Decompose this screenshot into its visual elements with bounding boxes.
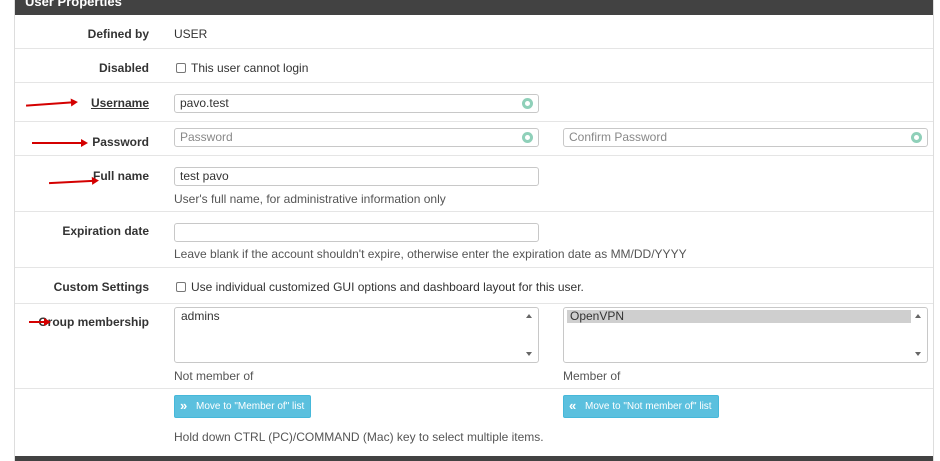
row-custom-settings: Custom Settings Use individual customize…	[15, 268, 933, 304]
double-chevron-right-icon: »	[180, 398, 188, 413]
key-icon	[522, 98, 533, 109]
expiration-date-help: Leave blank if the account shouldn't exp…	[174, 247, 687, 261]
password-label: Password	[92, 135, 149, 149]
member-of-listbox[interactable]: OpenVPN	[563, 307, 928, 363]
row-full-name: Full name test pavo User's full name, fo…	[15, 156, 933, 212]
username-input[interactable]: pavo.test	[174, 94, 539, 113]
disabled-label: Disabled	[98, 61, 149, 75]
key-icon	[911, 132, 922, 143]
row-group-actions: » Move to "Member of" list « Move to "No…	[15, 389, 933, 451]
row-disabled: Disabled This user cannot login	[15, 49, 933, 83]
confirm-password-placeholder: Confirm Password	[569, 130, 668, 144]
password-placeholder: Password	[180, 130, 233, 144]
listbox-scrollbar[interactable]	[523, 309, 537, 361]
scroll-up-icon[interactable]	[915, 314, 921, 318]
user-properties-panel: User Properties Defined by USER Disabled…	[14, 0, 934, 461]
list-item[interactable]: OpenVPN	[567, 310, 911, 323]
password-input[interactable]: Password	[174, 128, 539, 147]
move-to-member-button[interactable]: » Move to "Member of" list	[174, 395, 312, 418]
move-to-not-member-button[interactable]: « Move to "Not member of" list	[563, 395, 719, 418]
disabled-checkbox[interactable]	[176, 63, 186, 73]
custom-settings-label: Custom Settings	[53, 280, 149, 294]
not-member-of-caption: Not member of	[174, 369, 254, 383]
full-name-value: test pavo	[180, 169, 229, 183]
not-member-of-listbox[interactable]: admins	[174, 307, 539, 363]
row-defined-by: Defined by USER	[15, 15, 933, 49]
full-name-label: Full name	[92, 169, 149, 183]
confirm-password-input[interactable]: Confirm Password	[563, 128, 928, 147]
list-item[interactable]: admins	[178, 310, 220, 323]
row-group-membership: Group membership admins OpenVPN Not memb…	[15, 304, 933, 389]
full-name-input[interactable]: test pavo	[174, 167, 539, 186]
custom-settings-checkbox-label: Use individual customized GUI options an…	[191, 280, 584, 294]
member-of-caption: Member of	[563, 369, 621, 383]
expiration-date-input[interactable]	[174, 223, 539, 242]
panel-bottom-bar	[15, 456, 933, 461]
double-chevron-left-icon: «	[569, 398, 577, 413]
scroll-down-icon[interactable]	[915, 352, 921, 356]
row-username: Username pavo.test	[15, 83, 933, 122]
username-label: Username	[90, 96, 149, 110]
move-to-member-label: Move to "Member of" list	[196, 401, 305, 412]
row-expiration-date: Expiration date Leave blank if the accou…	[15, 212, 933, 268]
move-to-not-member-label: Move to "Not member of" list	[585, 401, 712, 412]
red-arrow	[29, 318, 51, 326]
username-value: pavo.test	[180, 96, 229, 110]
group-membership-label: Group membership	[38, 315, 149, 329]
multi-select-help: Hold down CTRL (PC)/COMMAND (Mac) key to…	[174, 430, 544, 444]
panel-heading: User Properties	[15, 0, 933, 15]
red-arrow	[32, 139, 88, 147]
scroll-up-icon[interactable]	[526, 314, 532, 318]
row-password: Password Password Confirm Password	[15, 122, 933, 156]
custom-settings-checkbox[interactable]	[176, 282, 186, 292]
listbox-scrollbar[interactable]	[912, 309, 926, 361]
full-name-help: User's full name, for administrative inf…	[174, 192, 446, 206]
defined-by-label: Defined by	[87, 27, 149, 41]
disabled-checkbox-label: This user cannot login	[191, 61, 309, 75]
scroll-down-icon[interactable]	[526, 352, 532, 356]
expiration-date-label: Expiration date	[62, 224, 149, 238]
defined-by-value: USER	[174, 27, 208, 41]
panel-title: User Properties	[25, 0, 122, 9]
key-icon	[522, 132, 533, 143]
